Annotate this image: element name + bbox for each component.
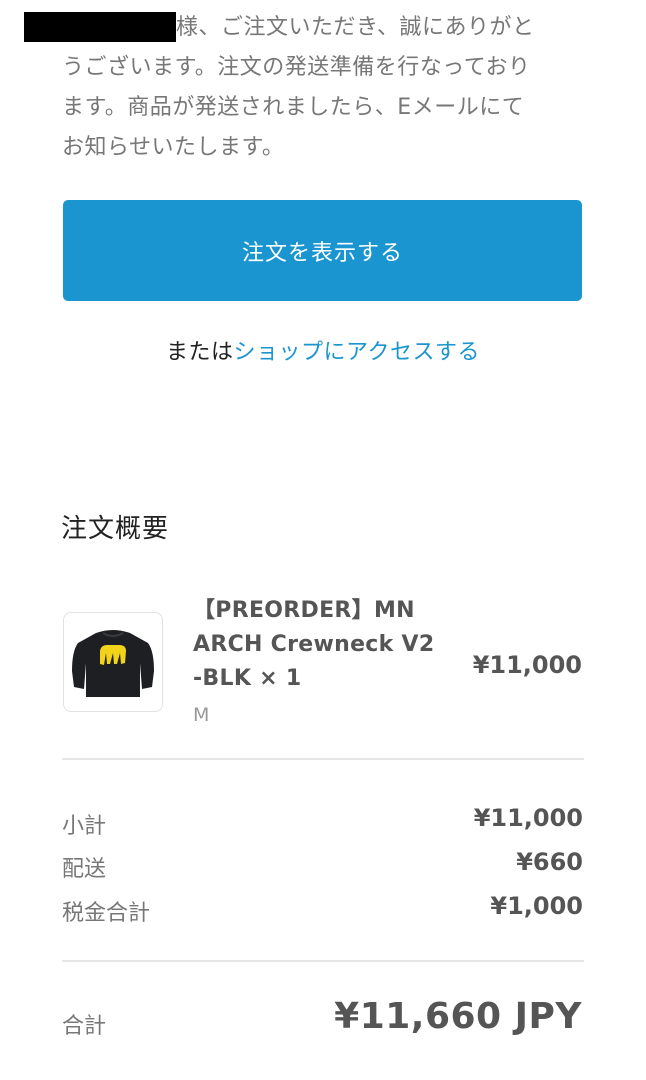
shipping-label: 配送: [62, 857, 107, 882]
divider: [62, 960, 584, 962]
product-name-line: ARCH Crewneck V2: [193, 632, 435, 657]
shop-access-link[interactable]: ショップにアクセスする: [234, 340, 480, 365]
or-prefix: または: [166, 340, 234, 365]
shop-access-line: またはショップにアクセスする: [0, 334, 646, 366]
intro-message: 様、ご注文いただき、誠にありがと うございます。注文の発送準備を行なっており ま…: [62, 8, 592, 168]
intro-line: うございます。注文の発送準備を行なっており: [62, 55, 531, 80]
product-thumbnail: [63, 612, 163, 712]
product-price: ¥11,000: [472, 651, 582, 679]
view-order-button[interactable]: 注文を表示する: [63, 200, 582, 301]
tax-label: 税金合計: [62, 901, 151, 926]
intro-line: ます。商品が発送されましたら、Eメールにて: [62, 95, 525, 120]
total-value: ¥11,660 JPY: [334, 996, 582, 1037]
shipping-value: ¥660: [516, 848, 583, 876]
product-name-line: -BLK × 1: [193, 666, 302, 691]
view-order-label: 注文を表示する: [241, 240, 403, 266]
order-summary-title: 注文概要: [61, 514, 170, 544]
intro-line: お知らせいたします。: [62, 135, 285, 160]
subtotal-value: ¥11,000: [473, 804, 583, 832]
product-name: 【PREORDER】MN ARCH Crewneck V2 -BLK × 1: [193, 594, 455, 696]
intro-line: 様、ご注文いただき、誠にありがと: [176, 15, 535, 40]
product-variant: M: [193, 704, 210, 726]
product-name-line: 【PREORDER】MN: [193, 598, 415, 623]
tax-value: ¥1,000: [490, 892, 583, 920]
crewneck-sweatshirt-image: [72, 630, 154, 697]
subtotal-label: 小計: [62, 814, 107, 839]
divider: [62, 758, 584, 760]
total-label: 合計: [62, 1014, 107, 1039]
